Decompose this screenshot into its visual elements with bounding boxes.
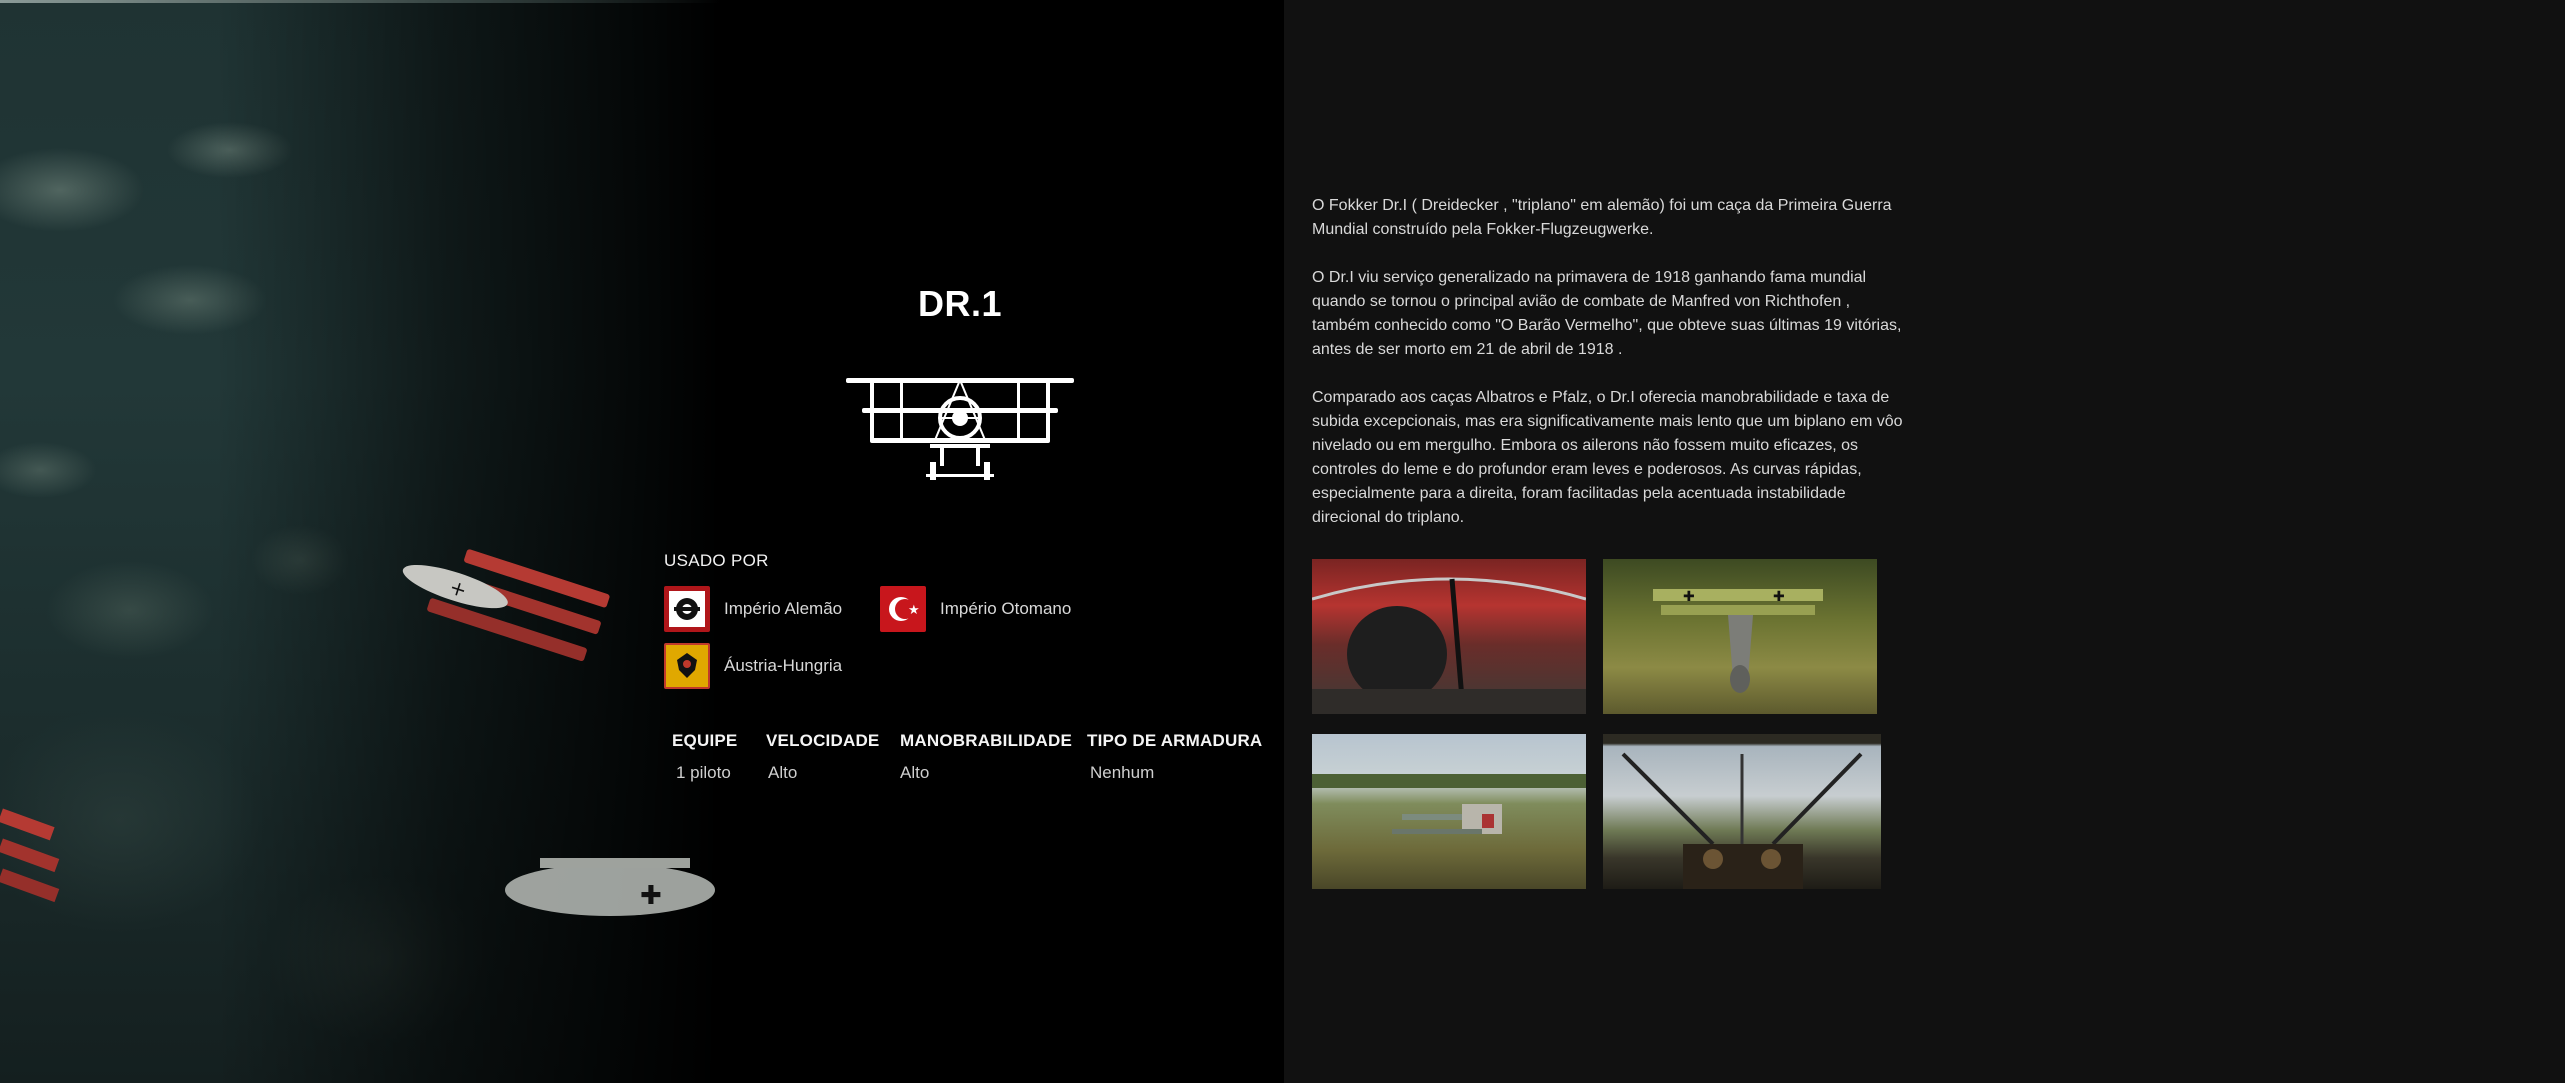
nation-name: Império Otomano: [940, 599, 1072, 618]
cockpit-view-screenshot: [1621, 752, 1863, 889]
stat-value: 1 piloto: [676, 763, 731, 782]
stat-label: EQUIPE: [672, 731, 738, 750]
nation-name: Império Alemão: [724, 599, 843, 618]
stat-maneuverability: MANOBRABILIDADE Alto: [900, 731, 1072, 783]
aircraft-description: O Fokker Dr.I ( Dreidecker , "triplano" …: [1312, 194, 1912, 554]
ottoman-crescent-icon: ★: [880, 586, 926, 632]
triplanes-over-field-screenshot: [1312, 774, 1586, 834]
nation-austria-hungary: Áustria-Hungria: [664, 643, 842, 689]
stat-crew: EQUIPE 1 piloto: [672, 731, 737, 783]
austria-hungary-eagle-icon: [664, 643, 710, 689]
description-paragraph: O Dr.I viu serviço generalizado na prima…: [1312, 269, 1902, 358]
stat-label: VELOCIDADE: [766, 731, 880, 750]
stat-value: Nenhum: [1090, 763, 1155, 782]
stat-label: MANOBRABILIDADE: [900, 731, 1073, 750]
used-by-heading: USADO POR: [664, 551, 769, 570]
stat-speed: VELOCIDADE Alto: [766, 731, 879, 783]
svg-text:★: ★: [908, 603, 920, 618]
stat-label: TIPO DE ARMADURA: [1087, 731, 1263, 750]
nation-german-empire: Império Alemão: [664, 586, 842, 632]
nation-ottoman-empire: ★ Império Otomano: [880, 586, 1071, 632]
stat-armor-type: TIPO DE ARMADURA Nenhum: [1087, 731, 1262, 783]
stat-value: Alto: [768, 763, 798, 782]
background-red-triplane: +: [402, 549, 610, 662]
svg-text:✚: ✚: [1683, 589, 1695, 605]
stat-value: Alto: [900, 763, 930, 782]
svg-text:✚: ✚: [1773, 589, 1785, 605]
gallery-image-cockpit-view[interactable]: [1603, 734, 1881, 889]
description-paragraph: Comparado aos caças Albatros e Pfalz, o …: [1312, 389, 1903, 526]
aircraft-details-panel: O Fokker Dr.I ( Dreidecker , "triplano" …: [1284, 0, 2565, 1083]
top-progress-line: [0, 0, 720, 3]
background-red-triplane-edge: [0, 808, 60, 903]
nation-name: Áustria-Hungria: [724, 656, 843, 675]
gallery-image-triplanes-over-field[interactable]: [1312, 734, 1586, 889]
cockpit-pilot-screenshot: [1312, 577, 1586, 714]
description-paragraph: O Fokker Dr.I ( Dreidecker , "triplano" …: [1312, 197, 1892, 238]
aircraft-title: DR.1: [917, 283, 1003, 324]
aircraft-summary-panel: DR.1 USADO POR Império Alemão ★ Império …: [640, 0, 1285, 1083]
german-empire-eagle-icon: [664, 586, 710, 632]
gallery-image-cockpit-pilot[interactable]: [1312, 559, 1586, 714]
gallery-image-triplane-rear[interactable]: ✚ ✚: [1603, 559, 1877, 714]
triplane-silhouette-icon: [846, 378, 1074, 480]
triplane-rear-view-screenshot: ✚ ✚: [1653, 589, 1823, 693]
